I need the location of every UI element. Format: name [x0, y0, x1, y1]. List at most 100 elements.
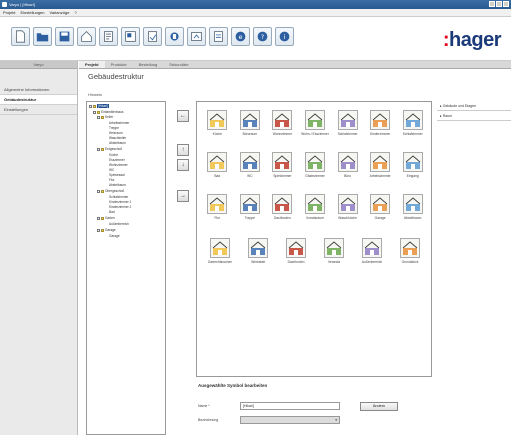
maximize-button[interactable] — [496, 1, 502, 7]
change-button[interactable]: Ändern — [360, 402, 398, 411]
tree-node[interactable]: Schlafzimmer — [109, 195, 128, 199]
right-panel-item[interactable]: ▸ Gebäude und Etagen — [437, 101, 511, 111]
move-down-button[interactable]: ↓ — [177, 159, 189, 171]
tree-node[interactable]: Keller — [97, 115, 113, 119]
symbol-label: Küche — [212, 132, 222, 136]
tree-node[interactable]: Speisesaal — [109, 173, 125, 177]
building-tree[interactable]: [Hikari] Einfamilienhaus Keller Arbeitsz… — [86, 101, 166, 435]
symbol-tile[interactable]: Eingang — [396, 152, 429, 179]
new-document-button[interactable] — [11, 27, 30, 46]
symbol-tile[interactable]: Büroraum — [234, 110, 267, 137]
sidebar-item-gebaeudestruktur[interactable]: Gebäudestruktur — [0, 95, 77, 105]
tree-node[interactable]: Wohnzimmer — [109, 163, 128, 167]
move-up-button[interactable]: ↑ — [177, 144, 189, 156]
tree-node[interactable]: Heizraum — [109, 131, 123, 135]
symbol-tile[interactable]: Bad — [201, 152, 234, 179]
symbol-tile[interactable]: WC — [234, 152, 267, 179]
open-folder-button[interactable] — [33, 27, 52, 46]
folder-icon — [97, 110, 100, 114]
symbol-tile[interactable]: Dachboden — [266, 194, 299, 221]
tree-node[interactable]: [Hikari] — [89, 104, 109, 108]
tree-node[interactable]: Garage — [109, 234, 120, 238]
symbol-tile[interactable]: Spielzimmer — [266, 152, 299, 179]
symbol-tile[interactable]: Vorratsraum — [299, 194, 332, 221]
symbol-tile[interactable]: Flur — [201, 194, 234, 221]
attic-icon — [272, 194, 293, 214]
move-right-button[interactable]: → — [177, 190, 189, 202]
tree-node[interactable]: Waschkeller — [109, 136, 126, 140]
symbol-tile[interactable]: Garage — [364, 194, 397, 221]
symbol-tile[interactable]: Grundstück — [391, 238, 429, 265]
playroom-icon — [272, 152, 293, 172]
symbol-tile[interactable]: Veranda — [315, 238, 353, 265]
desk-icon — [337, 152, 358, 172]
tree-node[interactable]: Obergeschoß — [97, 189, 124, 193]
calculator-button[interactable] — [143, 27, 162, 46]
component-button[interactable] — [165, 27, 184, 46]
symbol-tile[interactable]: Büro — [331, 152, 364, 179]
symbol-label: Büroraum — [242, 132, 258, 136]
open-folder-icon — [36, 33, 49, 42]
tree-node[interactable]: Bad — [109, 210, 115, 214]
tree-node[interactable]: Flur — [109, 178, 115, 182]
symbol-tile[interactable]: Waschküche — [331, 194, 364, 221]
tree-node[interactable]: Küche — [109, 153, 118, 157]
symbol-tile[interactable]: Wohnzimmer — [266, 110, 299, 137]
name-field[interactable]: [Hikari] — [240, 402, 340, 410]
tree-node[interactable]: Garten — [97, 216, 115, 220]
symbol-tile[interactable]: Treppe — [234, 194, 267, 221]
home-button[interactable] — [77, 27, 96, 46]
tree-node[interactable]: Abstellraum — [109, 183, 126, 187]
menu-varianzuge[interactable]: Varianzüge — [49, 10, 69, 15]
description-field[interactable]: ▾ — [240, 416, 340, 424]
tree-node[interactable]: Kinderzimmer 2 — [109, 205, 131, 209]
tree-node[interactable]: Arbeitszimmer — [109, 121, 129, 125]
menu-einstellungen[interactable]: Einstellungen — [20, 10, 44, 15]
symbol-tile[interactable]: Arbeitszimmer — [364, 152, 397, 179]
symbol-tile[interactable]: Kinderzimmer — [364, 110, 397, 137]
tree-node[interactable]: Treppe — [109, 126, 119, 130]
symbol-tile[interactable]: Küche — [201, 110, 234, 137]
tree-node[interactable]: Einfamilienhaus — [93, 110, 124, 114]
tree-node[interactable]: WC — [109, 168, 114, 172]
layout-icon — [125, 31, 136, 42]
symbol-tile[interactable]: Außenbereich — [353, 238, 391, 265]
sidebar-item-allgemeine-informationen[interactable]: Allgemeine Informationen — [0, 85, 77, 95]
minimize-button[interactable] — [489, 1, 495, 7]
tab-sekundaere[interactable]: Sekundäre — [163, 61, 194, 68]
outdoor-icon — [362, 238, 382, 258]
menu-projekt[interactable]: Projekt — [3, 10, 15, 15]
menu-help[interactable]: ? — [74, 10, 76, 15]
symbol-tile[interactable]: Gästezimmer — [299, 152, 332, 179]
symbol-tile[interactable]: Wohn-/ Esszimmer — [299, 110, 332, 137]
web-button[interactable]: e — [231, 27, 250, 46]
tree-node[interactable]: Garage — [97, 228, 116, 232]
layout-button[interactable] — [121, 27, 140, 46]
tab-produkte[interactable]: Produkte — [105, 61, 133, 68]
sidebar-header: Varyo — [0, 61, 77, 69]
tree-node[interactable]: Kinderzimmer 1 — [109, 200, 131, 204]
help-button[interactable]: ? — [253, 27, 272, 46]
tree-node[interactable]: Außenbereich — [109, 222, 129, 226]
tree-node[interactable]: Abstellraum — [109, 141, 126, 145]
tab-projekt[interactable]: Projekt — [79, 61, 105, 68]
tree-node[interactable]: Erdgeschoß — [97, 147, 122, 151]
tree-node[interactable]: Esszimmer — [109, 158, 125, 162]
symbol-tile[interactable]: Abstellraum — [396, 194, 429, 221]
right-panel-item[interactable]: ▸ Raum — [437, 111, 511, 121]
sidebar-item-einstellungen[interactable]: Einstellungen — [0, 105, 77, 115]
export-button[interactable] — [187, 27, 206, 46]
move-left-button[interactable]: ← — [177, 110, 189, 122]
folder-icon — [93, 104, 96, 108]
info-button[interactable]: i — [275, 27, 294, 46]
symbol-tile[interactable]: Schlafzimmer — [396, 110, 429, 137]
notes-button[interactable] — [209, 27, 228, 46]
symbol-tile[interactable]: Dachboden — [277, 238, 315, 265]
symbol-tile[interactable]: Gartenhäuschen — [201, 238, 239, 265]
close-button[interactable] — [503, 1, 509, 7]
tab-bestellung[interactable]: Bestellung — [133, 61, 164, 68]
symbol-tile[interactable]: Werkstatt — [239, 238, 277, 265]
document-button[interactable] — [99, 27, 118, 46]
save-button[interactable] — [55, 27, 74, 46]
symbol-tile[interactable]: Schlafzimmer — [331, 110, 364, 137]
